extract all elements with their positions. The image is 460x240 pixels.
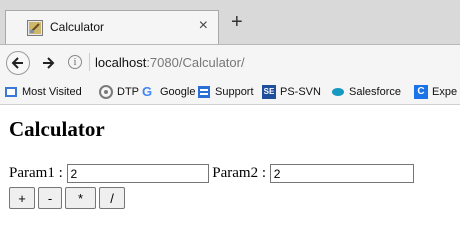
param1-label: Param1 : bbox=[9, 165, 67, 181]
bookmark-label: Salesforce bbox=[349, 86, 401, 98]
address-path: :7080/Calculator/ bbox=[146, 55, 245, 70]
info-icon[interactable]: i bbox=[68, 55, 82, 69]
calculator-favicon-icon bbox=[27, 20, 43, 36]
bookmark-expe[interactable]: C Expe bbox=[414, 85, 457, 99]
bookmark-google[interactable]: G Google bbox=[142, 85, 195, 99]
subtract-button[interactable]: - bbox=[38, 187, 62, 209]
multiply-button[interactable]: * bbox=[65, 187, 96, 209]
google-icon: G bbox=[142, 84, 153, 99]
bookmark-most-visited[interactable]: Most Visited bbox=[4, 85, 82, 99]
back-button[interactable] bbox=[6, 51, 30, 75]
support-icon bbox=[197, 85, 211, 99]
operator-buttons: + - * / bbox=[9, 187, 128, 209]
tab-close-icon[interactable]: × bbox=[199, 17, 208, 35]
forward-arrow-icon bbox=[43, 57, 55, 69]
param1-input[interactable] bbox=[66, 164, 209, 183]
bookmark-label: Google bbox=[160, 86, 196, 98]
svn-icon: SE bbox=[262, 85, 276, 99]
dtp-icon bbox=[99, 85, 113, 99]
address-separator bbox=[89, 53, 90, 71]
expe-icon: C bbox=[414, 85, 428, 99]
bookmarks-bar: Most Visited DTP G Google Support SE PS-… bbox=[0, 82, 460, 105]
navigation-bar: i localhost:7080/Calculator/ bbox=[0, 45, 460, 83]
tab-calculator[interactable]: Calculator × bbox=[5, 10, 219, 44]
new-tab-icon[interactable]: + bbox=[231, 12, 243, 32]
forward-button[interactable] bbox=[36, 51, 60, 75]
bookmarks-folder-icon bbox=[4, 85, 18, 99]
address-bar[interactable]: localhost:7080/Calculator/ bbox=[95, 55, 245, 70]
bookmark-label: Support bbox=[215, 86, 254, 98]
param2-label: Param2 : bbox=[208, 165, 270, 181]
back-arrow-icon bbox=[11, 57, 23, 69]
salesforce-icon bbox=[331, 85, 345, 99]
param2-input[interactable] bbox=[269, 164, 414, 183]
bookmark-dtp[interactable]: DTP bbox=[99, 85, 139, 99]
bookmark-label: DTP bbox=[117, 86, 139, 98]
divide-button[interactable]: / bbox=[99, 187, 125, 209]
tab-strip: Calculator × + bbox=[0, 0, 460, 45]
bookmark-label: PS-SVN bbox=[280, 86, 321, 98]
params-row: Param1 : Param2 : bbox=[9, 164, 414, 183]
bookmark-ps-svn[interactable]: SE PS-SVN bbox=[262, 85, 321, 99]
bookmark-support[interactable]: Support bbox=[197, 85, 254, 99]
add-button[interactable]: + bbox=[9, 187, 35, 209]
bookmark-salesforce[interactable]: Salesforce bbox=[331, 85, 401, 99]
bookmark-label: Most Visited bbox=[22, 86, 82, 98]
page-title: Calculator bbox=[9, 117, 105, 141]
tab-title: Calculator bbox=[50, 20, 105, 34]
address-host: localhost bbox=[95, 55, 147, 70]
bookmark-label: Expe bbox=[432, 86, 458, 98]
page-content: Calculator Param1 : Param2 : +-*/ bbox=[0, 105, 460, 240]
